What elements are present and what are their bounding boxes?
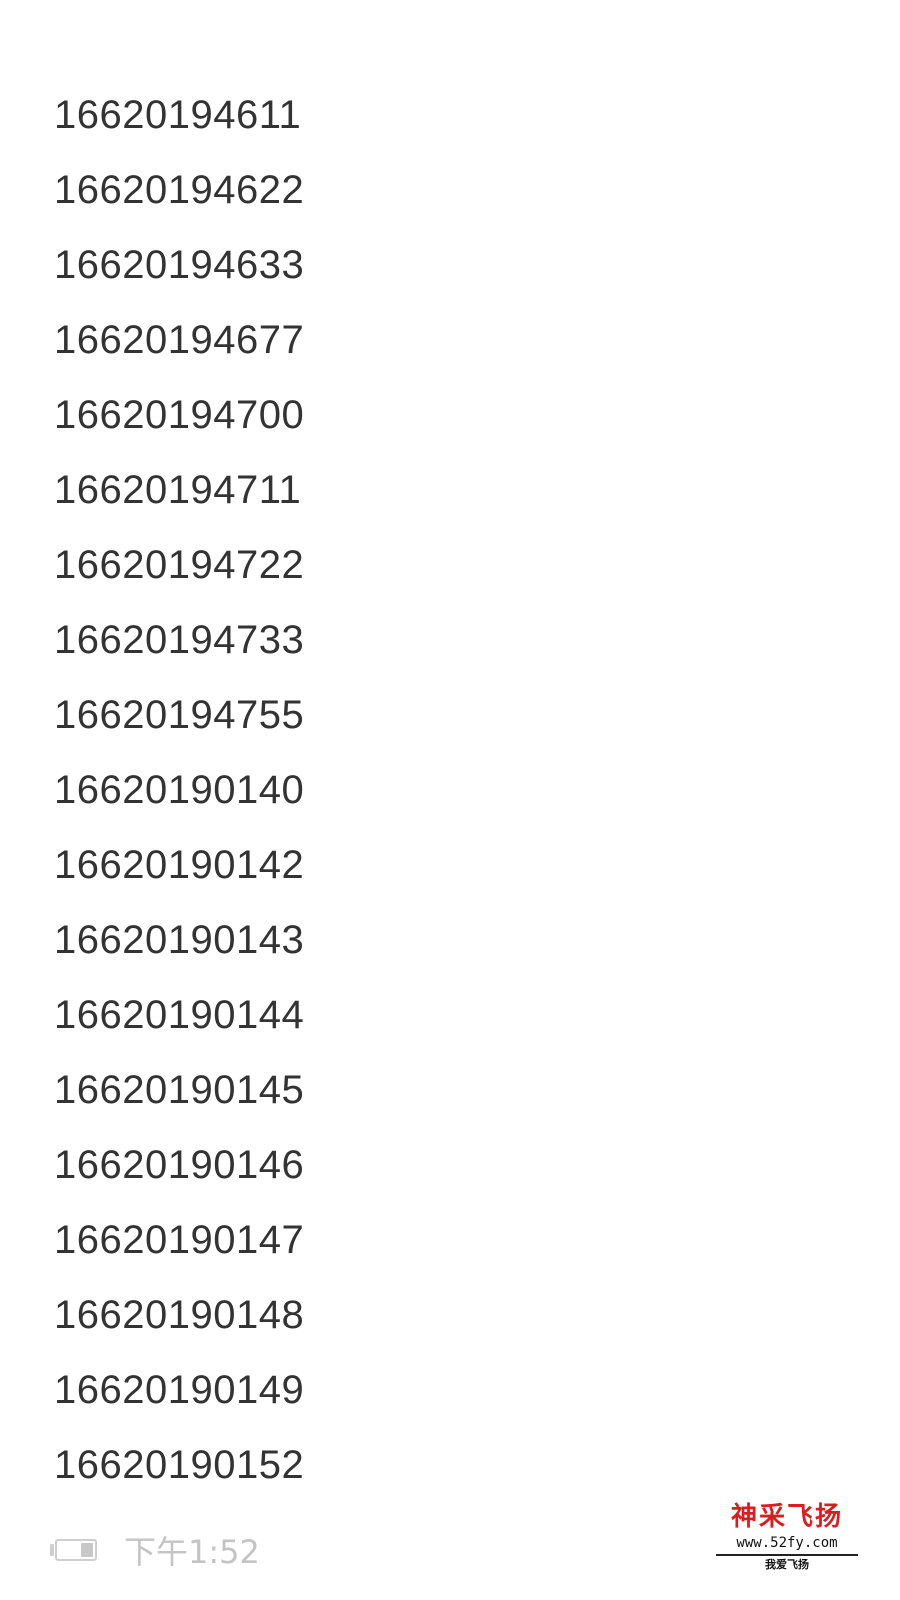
phone-number-list: 16620194611 16620194622 16620194633 1662… bbox=[54, 78, 304, 1503]
list-item[interactable]: 16620194755 bbox=[54, 678, 304, 753]
list-item[interactable]: 16620194677 bbox=[54, 303, 304, 378]
status-bar: 下午1:52 bbox=[50, 1528, 260, 1572]
list-item[interactable]: 16620190145 bbox=[54, 1053, 304, 1128]
battery-level bbox=[81, 1543, 93, 1557]
list-item[interactable]: 16620190142 bbox=[54, 828, 304, 903]
battery-nub bbox=[50, 1544, 54, 1556]
watermark-url: www.52fy.com bbox=[716, 1534, 858, 1556]
list-item[interactable]: 16620194722 bbox=[54, 528, 304, 603]
watermark-logo: 神采飞扬 www.52fy.com 我爱飞扬 bbox=[712, 1500, 862, 1592]
list-item[interactable]: 16620194611 bbox=[54, 78, 304, 153]
list-item[interactable]: 16620190148 bbox=[54, 1278, 304, 1353]
battery-icon bbox=[50, 1537, 100, 1563]
list-item[interactable]: 16620194633 bbox=[54, 228, 304, 303]
list-item[interactable]: 16620190146 bbox=[54, 1128, 304, 1203]
status-time: 下午1:52 bbox=[124, 1533, 260, 1571]
list-item[interactable]: 16620190147 bbox=[54, 1203, 304, 1278]
list-item[interactable]: 16620190143 bbox=[54, 903, 304, 978]
list-item[interactable]: 16620194700 bbox=[54, 378, 304, 453]
watermark-title: 神采飞扬 bbox=[730, 1502, 843, 1532]
list-item[interactable]: 16620190149 bbox=[54, 1353, 304, 1428]
watermark-slogan: 我爱飞扬 bbox=[765, 1558, 809, 1571]
list-item[interactable]: 16620190152 bbox=[54, 1428, 304, 1503]
list-item[interactable]: 16620190144 bbox=[54, 978, 304, 1053]
list-item[interactable]: 16620194622 bbox=[54, 153, 304, 228]
list-item[interactable]: 16620194711 bbox=[54, 453, 304, 528]
battery-body bbox=[55, 1539, 97, 1561]
list-item[interactable]: 16620190140 bbox=[54, 753, 304, 828]
list-item[interactable]: 16620194733 bbox=[54, 603, 304, 678]
